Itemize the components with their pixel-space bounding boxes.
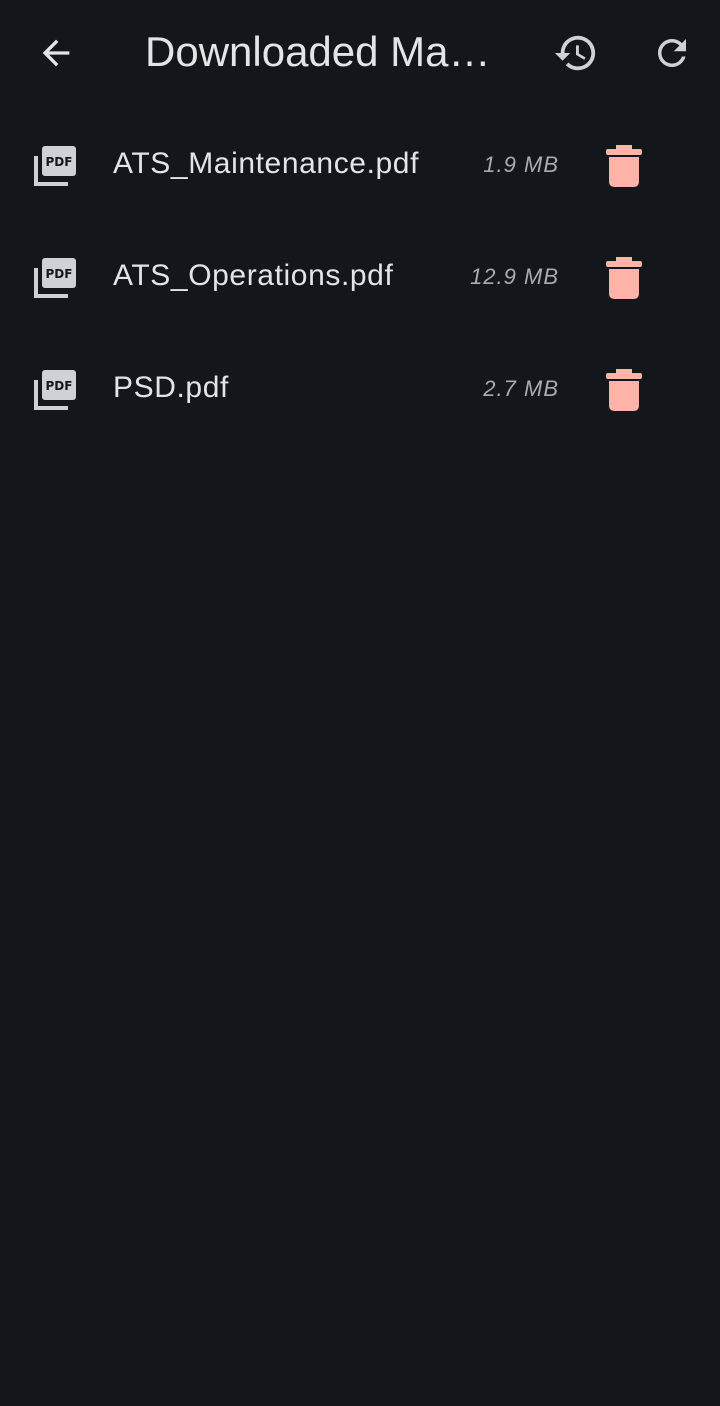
delete-button[interactable] — [592, 358, 656, 422]
file-name: ATS_Maintenance.pdf — [113, 147, 420, 180]
top-app-bar: Downloaded Ma… — [0, 0, 720, 106]
file-row[interactable]: PDF ATS_Maintenance.pdf 1.9 MB — [0, 108, 720, 220]
delete-icon — [606, 257, 642, 299]
delete-icon — [606, 145, 642, 187]
app-screen: Downloaded Ma… PDF ATS_Maintenance.pdf 1… — [0, 0, 720, 1406]
file-row[interactable]: PDF PSD.pdf 2.7 MB — [0, 332, 720, 444]
svg-text:PDF: PDF — [46, 155, 73, 169]
file-size: 12.9 MB — [470, 264, 559, 289]
file-name: ATS_Operations.pdf — [113, 259, 394, 292]
page-title: Downloaded Ma… — [145, 28, 491, 75]
pdf-icon: PDF — [34, 258, 76, 298]
arrow-back-icon — [42, 39, 70, 67]
history-button[interactable] — [544, 21, 608, 85]
pdf-icon: PDF — [34, 146, 76, 186]
delete-icon — [606, 369, 642, 411]
file-row[interactable]: PDF ATS_Operations.pdf 12.9 MB — [0, 220, 720, 332]
refresh-icon — [658, 39, 686, 67]
delete-button[interactable] — [592, 134, 656, 198]
back-button[interactable] — [24, 21, 88, 85]
delete-button[interactable] — [592, 246, 656, 310]
file-name: PSD.pdf — [113, 371, 229, 404]
svg-text:PDF: PDF — [46, 379, 73, 393]
refresh-button[interactable] — [640, 21, 704, 85]
svg-text:PDF: PDF — [46, 267, 73, 281]
file-size: 2.7 MB — [483, 376, 559, 401]
file-size: 1.9 MB — [483, 152, 559, 177]
downloaded-files-list: PDF ATS_Maintenance.pdf 1.9 MB PDF ATS_O… — [0, 108, 720, 444]
history-icon — [554, 35, 596, 71]
pdf-icon: PDF — [34, 370, 76, 410]
